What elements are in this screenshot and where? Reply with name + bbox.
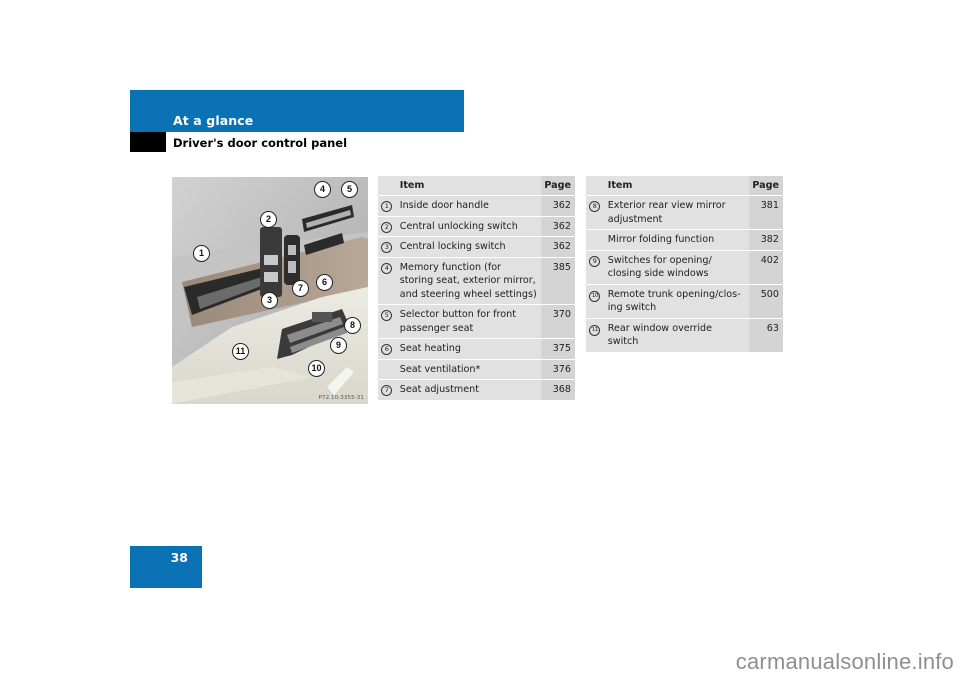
table-row: 11 Rear window override switch 63	[586, 318, 783, 353]
table-row: 3 Central locking switch 362	[378, 236, 575, 258]
callout-4: 4	[314, 181, 331, 198]
circled-number-icon: 1	[381, 201, 393, 212]
item-description: Mirror folding function	[603, 229, 750, 251]
table-row: Mirror folding function 382	[586, 229, 783, 251]
item-page-reference[interactable]: 376	[541, 359, 575, 380]
item-page-reference[interactable]: 381	[749, 195, 783, 230]
header-num	[586, 176, 604, 196]
item-page-reference[interactable]: 368	[541, 379, 575, 401]
header-page: Page	[749, 176, 783, 196]
table-row: 1 Inside door handle 362	[378, 195, 575, 217]
item-number: 3	[378, 236, 396, 258]
section-title: At a glance	[173, 113, 254, 128]
table-row: 4 Memory function (for storing seat, exte…	[378, 257, 575, 305]
item-description: Central locking switch	[395, 236, 542, 258]
table-row: 10 Remote trunk opening/clos-ing switch 50…	[586, 284, 783, 319]
item-page-reference[interactable]: 370	[541, 304, 575, 339]
header-item: Item	[395, 176, 542, 196]
item-page-reference[interactable]: 375	[541, 338, 575, 360]
item-page-reference[interactable]: 362	[541, 216, 575, 237]
callout-9: 9	[330, 337, 347, 354]
circled-number-icon: 2	[381, 221, 393, 233]
table-row: 2 Central unlocking switch 362	[378, 216, 575, 237]
item-description: Seat ventilation*	[395, 359, 542, 380]
callout-6: 6	[316, 274, 333, 291]
circled-number-icon: 6	[381, 344, 393, 355]
item-description: Central unlocking switch	[395, 216, 542, 237]
circled-number-icon: 8	[589, 201, 601, 212]
table-row: Seat ventilation* 376	[378, 359, 575, 380]
item-number: 4	[378, 257, 396, 305]
callout-2: 2	[260, 211, 277, 228]
item-number	[586, 229, 604, 251]
item-page-reference[interactable]: 362	[541, 195, 575, 217]
table-header-row: Item Page	[586, 176, 783, 196]
item-description: Seat heating	[395, 338, 542, 360]
subtitle-marker	[130, 132, 166, 152]
item-number: 8	[586, 195, 604, 230]
item-number: 1	[378, 195, 396, 217]
item-page-reference[interactable]: 500	[749, 284, 783, 319]
circled-number-icon: 11	[589, 324, 601, 336]
header-page: Page	[541, 176, 575, 196]
watermark: carmanualsonline.info	[735, 649, 954, 674]
item-description: Selector button for front passenger seat	[395, 304, 542, 339]
item-number	[378, 359, 396, 380]
circled-number-icon: 9	[589, 255, 601, 267]
door-panel-photo: 1 2 3 4 5 6 7 8 9 10 11 P72.10-3355-31	[172, 177, 368, 404]
item-table-left: Item Page 1 Inside door handle 362 2 Central…	[378, 176, 575, 401]
header-num	[378, 176, 396, 196]
callout-7: 7	[292, 280, 309, 297]
callout-11: 11	[232, 343, 249, 360]
circled-number-icon: 5	[381, 310, 393, 321]
item-page-reference[interactable]: 362	[541, 236, 575, 258]
circled-number-icon: 4	[381, 262, 393, 274]
item-number: 7	[378, 379, 396, 401]
table-row: 7 Seat adjustment 368	[378, 379, 575, 401]
page-subtitle: Driver's door control panel	[173, 136, 348, 150]
item-description: Inside door handle	[395, 195, 542, 217]
item-number: 9	[586, 250, 604, 285]
item-description: Memory function (for storing seat, exter…	[395, 257, 542, 305]
photo-code: P72.10-3355-31	[318, 395, 364, 401]
item-number: 6	[378, 338, 396, 360]
callout-3: 3	[261, 292, 278, 309]
page-number-box: 38	[130, 546, 202, 588]
callout-5: 5	[341, 181, 358, 198]
item-description: Remote trunk opening/clos-ing switch	[603, 284, 750, 319]
circled-number-icon: 10	[589, 290, 601, 302]
item-page-reference[interactable]: 402	[749, 250, 783, 285]
header-item: Item	[603, 176, 750, 196]
callout-10: 10	[308, 360, 325, 377]
table-header-row: Item Page	[378, 176, 575, 196]
item-description: Switches for opening/ closing side windo…	[603, 250, 750, 285]
item-number: 10	[586, 284, 604, 319]
item-number: 5	[378, 304, 396, 339]
item-number: 2	[378, 216, 396, 237]
item-page-reference[interactable]: 63	[749, 318, 783, 353]
circled-number-icon: 3	[381, 242, 393, 253]
table-row: 8 Exterior rear view mirror adjustment 381	[586, 195, 783, 230]
callout-1: 1	[193, 245, 210, 262]
item-number: 11	[586, 318, 604, 353]
table-row: 9 Switches for opening/ closing side wind…	[586, 250, 783, 285]
item-description: Seat adjustment	[395, 379, 542, 401]
table-row: 6 Seat heating 375	[378, 338, 575, 360]
item-description: Rear window override switch	[603, 318, 750, 353]
table-row: 5 Selector button for front passenger sea…	[378, 304, 575, 339]
callout-8: 8	[344, 317, 361, 334]
item-table-right: Item Page 8 Exterior rear view mirror adj…	[586, 176, 783, 353]
item-description: Exterior rear view mirror adjustment	[603, 195, 750, 230]
circled-number-icon: 7	[381, 385, 393, 396]
page-number: 38	[170, 550, 188, 565]
item-page-reference[interactable]: 382	[749, 229, 783, 251]
item-page-reference[interactable]: 385	[541, 257, 575, 305]
